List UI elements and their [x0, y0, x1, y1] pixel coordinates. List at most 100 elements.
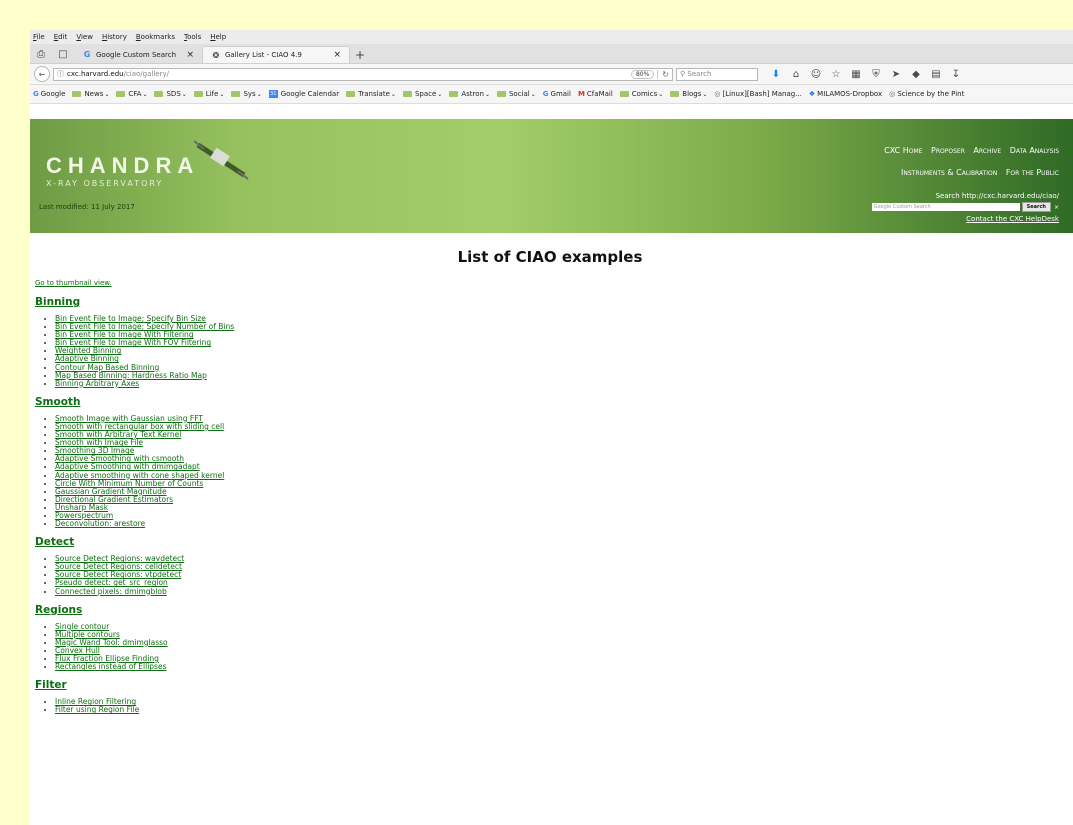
bookmark-item[interactable]: Translate ⌄ [346, 90, 396, 98]
list-item: Unsharp Mask [55, 503, 1065, 512]
bookmark-item[interactable]: Comics ⌄ [619, 90, 663, 98]
tab-google-custom-search[interactable]: G Google Custom Search × [74, 46, 202, 63]
example-link[interactable]: Rectangles instead of Ellipses [55, 662, 167, 671]
bookmark-label: Google Calendar [280, 90, 340, 98]
chevron-down-icon: ⌄ [702, 90, 708, 98]
bookmark-item[interactable]: G Google [33, 90, 65, 98]
nav-cxc-home[interactable]: CXC Home [884, 146, 922, 155]
shield-icon[interactable]: ⛨ [866, 69, 886, 80]
info-icon[interactable]: ⓘ [57, 69, 64, 79]
tab-gallery-list[interactable]: ❂ Gallery List - CIAO 4.9 × [202, 46, 350, 63]
thumbnail-view-link[interactable]: Go to thumbnail view. [35, 279, 1065, 287]
helpdesk-link[interactable]: Contact the CXC HelpDesk [829, 215, 1059, 223]
download-icon[interactable]: ⬇ [766, 69, 786, 80]
nav-archive[interactable]: Archive [973, 146, 1001, 155]
bookmark-item[interactable]: Space ⌄ [402, 90, 442, 98]
bookmark-label: Science by the Pint [897, 90, 965, 98]
list-item: Circle With Minimum Number of Counts [55, 479, 1065, 488]
chevron-down-icon: ⌄ [104, 90, 110, 98]
folder-icon [72, 91, 82, 97]
window-icon[interactable]: □ [52, 45, 74, 63]
section-heading[interactable]: Smooth [35, 396, 1065, 408]
list-item: Multiple contours [55, 630, 1065, 639]
chandra-logo[interactable]: CHANDRA [46, 153, 199, 179]
bookmark-label: News [84, 90, 104, 98]
zoom-indicator[interactable]: 80% [630, 69, 655, 79]
bookmark-item[interactable]: News ⌄ [72, 90, 109, 98]
google-icon: G [542, 90, 549, 98]
nav-instruments-calibration[interactable]: Instruments & Calibration [901, 168, 997, 177]
chevron-down-icon: ⌄ [390, 90, 396, 98]
globe-icon: ◎ [889, 90, 896, 98]
menu-tools[interactable]: Tools [184, 33, 201, 41]
bookmark-item[interactable]: Astron ⌄ [449, 90, 490, 98]
menu-history[interactable]: History [102, 33, 127, 41]
home-icon[interactable]: ⌂ [786, 69, 806, 80]
dropbox-icon: ❖ [808, 90, 816, 98]
site-search-button[interactable]: Search [1021, 202, 1051, 212]
bookmark-item[interactable]: G Gmail [543, 90, 571, 98]
bookmark-item[interactable]: ◎ [Linux][Bash] Manag... [714, 90, 801, 98]
menu-file[interactable]: File [33, 33, 45, 41]
list-item: Flux Fraction Ellipse Finding [55, 654, 1065, 663]
list-item: Rectangles instead of Ellipses [55, 663, 1065, 671]
bookmark-item[interactable]: ◎ Science by the Pint [889, 90, 964, 98]
library-icon[interactable]: ▦ [846, 69, 866, 80]
overflow-icon[interactable]: ↧ [946, 69, 966, 80]
bookmark-item[interactable]: Social ⌄ [496, 90, 536, 98]
list-item: Single contour [55, 622, 1065, 631]
site-search-clear-icon[interactable]: × [1054, 204, 1059, 211]
print-icon[interactable]: ⎙ [30, 45, 52, 63]
example-link[interactable]: Connected pixels: dmimgblob [55, 587, 167, 596]
section-heading[interactable]: Binning [35, 296, 1065, 308]
magnifier-icon: ⚲ [680, 70, 688, 78]
tab-close-icon[interactable]: × [333, 50, 341, 60]
send-icon[interactable]: ➤ [886, 69, 906, 80]
bookmark-item[interactable]: ❖ MILAMOS-Dropbox [809, 90, 882, 98]
pocket-icon[interactable]: ☺ [806, 69, 826, 80]
back-button[interactable]: ← [34, 66, 50, 82]
example-link[interactable]: Filter using Region File [55, 705, 139, 714]
section-heading[interactable]: Detect [35, 536, 1065, 548]
gmail-icon: M [577, 90, 585, 98]
tab-close-icon[interactable]: × [186, 50, 194, 60]
clipboard-icon[interactable]: ▤ [926, 69, 946, 80]
menu-bookmarks[interactable]: Bookmarks [136, 33, 175, 41]
bookmark-item[interactable]: CFA ⌄ [116, 90, 147, 98]
extension-icon[interactable]: ◆ [906, 69, 926, 80]
chevron-down-icon: ⌄ [219, 90, 225, 98]
bookmark-item[interactable]: SDS ⌄ [154, 90, 187, 98]
bookmark-item[interactable]: Blogs ⌄ [670, 90, 707, 98]
new-tab-button[interactable]: + [350, 46, 370, 63]
bookmark-item[interactable]: M CfaMail [578, 90, 613, 98]
bookmark-label: Social [508, 90, 530, 98]
menu-view[interactable]: View [76, 33, 93, 41]
list-item: Smooth with Arbitrary Text Kernel [55, 430, 1065, 439]
page-content: List of CIAO examples Go to thumbnail vi… [35, 248, 1065, 722]
nav-data-analysis[interactable]: Data Analysis [1010, 146, 1059, 155]
list-item: Inline Region Filtering [55, 698, 1065, 706]
url-text[interactable]: cxc.harvard.edu/ciao/gallery/ [67, 70, 628, 78]
section-heading[interactable]: Regions [35, 604, 1065, 616]
example-link[interactable]: Binning Arbitrary Axes [55, 379, 139, 388]
example-link[interactable]: Deconvolution: arestore [55, 519, 145, 528]
calendar-icon: 31 [268, 90, 278, 98]
folder-icon [231, 91, 241, 97]
menu-edit[interactable]: Edit [54, 33, 68, 41]
nav-for-the-public[interactable]: For the Public [1006, 168, 1059, 177]
bookmark-item[interactable]: Life ⌄ [193, 90, 225, 98]
bookmark-label: Blogs [682, 90, 702, 98]
section-heading[interactable]: Filter [35, 679, 1065, 691]
bookmark-item[interactable]: Sys ⌄ [231, 90, 262, 98]
menu-help[interactable]: Help [210, 33, 226, 41]
bookmark-item[interactable]: 31 Google Calendar [268, 90, 340, 98]
browser-search-input[interactable]: ⚲ Search [676, 67, 758, 81]
list-item: Map Based Binning: Hardness Ratio Map [55, 371, 1065, 380]
chandra-logo-subtitle: X-RAY OBSERVATORY [46, 179, 164, 188]
bookmark-star-icon[interactable]: ☆ [826, 69, 846, 80]
list-item: Deconvolution: arestore [55, 520, 1065, 528]
nav-proposer[interactable]: Proposer [931, 146, 965, 155]
site-search-input[interactable]: Google Custom Search [871, 203, 1020, 211]
url-bar[interactable]: ⓘ cxc.harvard.edu/ciao/gallery/ 80% ↻ [53, 67, 673, 81]
reload-icon[interactable]: ↻ [657, 69, 669, 79]
